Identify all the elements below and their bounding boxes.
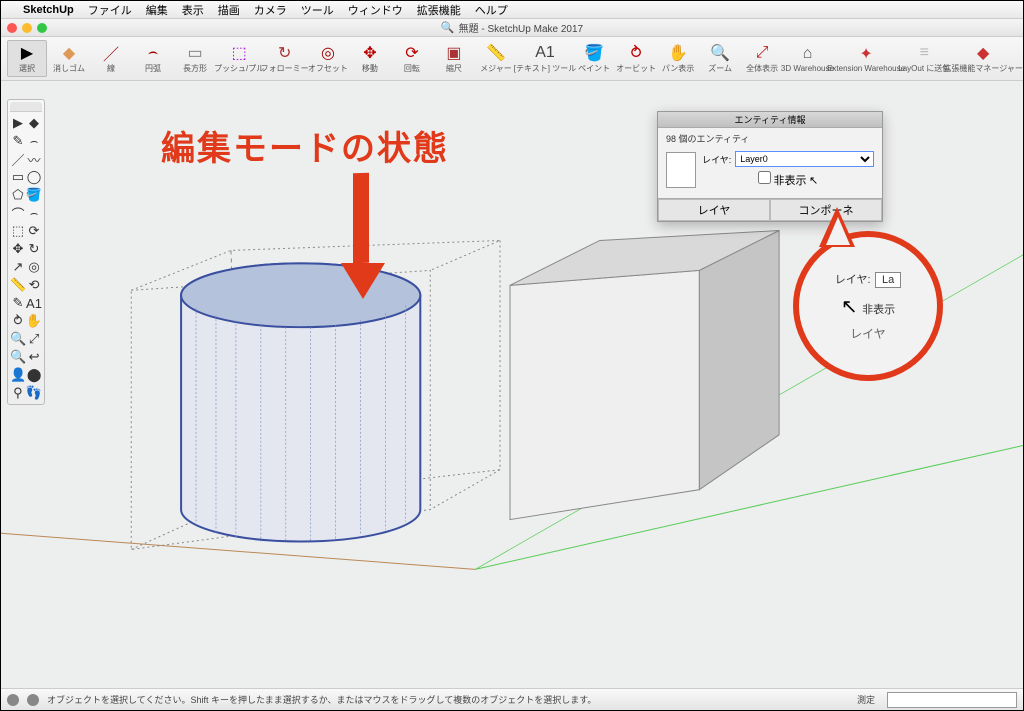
annotation-text: 編集モードの状態 <box>161 121 449 170</box>
menu-camera[interactable]: カメラ <box>254 2 287 18</box>
toolbar-zoomext[interactable]: ⤢全体表示 <box>742 41 782 76</box>
callout-bubble: レイヤ: La ↖ 非表示 レイヤ <box>793 231 943 381</box>
status-tip: オブジェクトを選択してください。Shift キーを押したまま選択するか、またはマ… <box>47 693 849 706</box>
palette-tool[interactable]: 〰 <box>26 150 42 168</box>
palette-tool[interactable]: ✎ <box>10 132 26 150</box>
app-name[interactable]: SketchUp <box>23 4 74 16</box>
palette-tool[interactable]: ⥁ <box>10 312 26 330</box>
layer-dropdown[interactable]: Layer0 <box>735 151 874 167</box>
toolbar-orbit[interactable]: ⥁オービット <box>616 41 656 76</box>
palette-tool[interactable]: ⌢ <box>26 132 42 150</box>
main-toolbar: ▶選択◆消しゴム／線⌢円弧▭長方形⬚プッシュ/プル↻フォローミー◎オフセット✥移… <box>1 37 1023 81</box>
menu-edit[interactable]: 編集 <box>146 2 168 18</box>
entity-info-panel[interactable]: エンティティ情報 98 個のエンティティ レイヤ: Layer0 非表示 ↖ レ… <box>657 111 883 222</box>
measure-label: 測定 <box>857 693 875 706</box>
toolbar-scale[interactable]: ▣縮尺 <box>434 41 474 76</box>
material-swatch[interactable] <box>666 152 696 188</box>
status-icon <box>7 694 19 706</box>
zoom-button[interactable] <box>37 23 47 33</box>
palette-tool[interactable]: ▶ <box>10 114 26 132</box>
toolbar-layout[interactable]: ≡LayOut に送信 <box>901 41 947 76</box>
palette-tool[interactable]: ⌒ <box>10 204 26 222</box>
annotation-arrow <box>341 173 381 293</box>
toolbar-eraser[interactable]: ◆消しゴム <box>49 41 89 76</box>
viewport[interactable]: ▶◆✎⌢／〰▭◯⬠🪣⌒⌢⬚⟳✥↻↗◎📏⟲✎A1⥁✋🔍⤢🔍↩👤⬤⚲👣 編集モードの… <box>1 81 1023 688</box>
toolbar-paint[interactable]: 🪣ペイント <box>574 41 614 76</box>
measure-input[interactable] <box>887 692 1017 708</box>
status-icon-2 <box>27 694 39 706</box>
toolbar-rect[interactable]: ▭長方形 <box>175 41 215 76</box>
toolbar-arc[interactable]: ⌢円弧 <box>133 41 173 76</box>
toolbar-move[interactable]: ✥移動 <box>350 41 390 76</box>
palette-tool[interactable]: ◆ <box>26 114 42 132</box>
statusbar: オブジェクトを選択してください。Shift キーを押したまま選択するか、またはマ… <box>1 688 1023 710</box>
palette-tool[interactable]: ✥ <box>10 240 26 258</box>
palette-tool[interactable]: ⬤ <box>26 366 42 384</box>
palette-tool[interactable]: ⟲ <box>26 276 42 294</box>
palette-tool[interactable]: 👣 <box>26 384 42 402</box>
toolbar-offset[interactable]: ◎オフセット <box>308 41 348 76</box>
toolbar-ext[interactable]: ✦Extension Warehouse <box>833 42 900 75</box>
palette-tool[interactable]: ▭ <box>10 168 26 186</box>
toolbar-rotate[interactable]: ⟳回転 <box>392 41 432 76</box>
layer-label: レイヤ: <box>702 153 731 166</box>
palette-tool[interactable]: 🔍 <box>10 330 26 348</box>
palette-tool[interactable]: ⚲ <box>10 384 26 402</box>
palette-tool[interactable]: 🪣 <box>26 186 42 204</box>
palette-tool[interactable]: ◯ <box>26 168 42 186</box>
palette-tool[interactable]: ✋ <box>26 312 42 330</box>
palette-tool[interactable]: ／ <box>10 150 26 168</box>
palette-tool[interactable]: ↩ <box>26 348 42 366</box>
menu-tools[interactable]: ツール <box>301 2 334 18</box>
close-button[interactable] <box>7 23 17 33</box>
palette-tool[interactable]: A1 <box>26 294 42 312</box>
menu-ext[interactable]: 拡張機能 <box>417 2 461 18</box>
palette-tool[interactable]: ◎ <box>26 258 42 276</box>
window-titlebar: 🔍 無題 - SketchUp Make 2017 <box>1 19 1023 37</box>
palette-tool[interactable]: ⬠ <box>10 186 26 204</box>
entity-count: 98 個のエンティティ <box>666 132 874 145</box>
toolbar-text[interactable]: A1[テキスト] ツール <box>518 41 572 76</box>
palette-tool[interactable]: ↗ <box>10 258 26 276</box>
toolbar-followme[interactable]: ↻フォローミー <box>263 41 306 76</box>
palette-tool[interactable]: ⬚ <box>10 222 26 240</box>
minimize-button[interactable] <box>22 23 32 33</box>
palette-tool[interactable]: 👤 <box>10 366 26 384</box>
menu-view[interactable]: 表示 <box>182 2 204 18</box>
menubar: SketchUp ファイル 編集 表示 描画 カメラ ツール ウィンドウ 拡張機… <box>1 1 1023 19</box>
palette-tool[interactable]: ⌢ <box>26 204 42 222</box>
toolbar-zoom[interactable]: 🔍ズーム <box>700 41 740 76</box>
toolbar-line[interactable]: ／線 <box>91 41 131 76</box>
palette-tool[interactable]: 📏 <box>10 276 26 294</box>
menu-file[interactable]: ファイル <box>88 2 132 18</box>
palette-tool[interactable]: 🔍 <box>10 348 26 366</box>
palette-tool[interactable]: ⤢ <box>26 330 42 348</box>
toolbar-tape[interactable]: 📏メジャー <box>476 41 516 76</box>
toolbar-pan[interactable]: ✋パン表示 <box>658 41 698 76</box>
palette-tool[interactable]: ↻ <box>26 240 42 258</box>
menu-help[interactable]: ヘルプ <box>475 2 508 18</box>
toolbar-3dw[interactable]: ⌂3D Warehouse <box>784 42 831 75</box>
tab-layer[interactable]: レイヤ <box>658 199 770 221</box>
menu-window[interactable]: ウィンドウ <box>348 2 403 18</box>
palette-tool[interactable]: ⟳ <box>26 222 42 240</box>
tool-palette: ▶◆✎⌢／〰▭◯⬠🪣⌒⌢⬚⟳✥↻↗◎📏⟲✎A1⥁✋🔍⤢🔍↩👤⬤⚲👣 <box>7 99 45 405</box>
toolbar-extmgr[interactable]: ◆拡張機能マネージャー <box>949 41 1017 76</box>
menu-draw[interactable]: 描画 <box>218 2 240 18</box>
toolbar-select[interactable]: ▶選択 <box>7 40 47 77</box>
window-title: 無題 - SketchUp Make 2017 <box>459 20 584 35</box>
hide-checkbox[interactable] <box>758 171 771 184</box>
toolbar-pushpull[interactable]: ⬚プッシュ/プル <box>217 41 261 76</box>
palette-tool[interactable]: ✎ <box>10 294 26 312</box>
panel-title[interactable]: エンティティ情報 <box>658 112 882 128</box>
